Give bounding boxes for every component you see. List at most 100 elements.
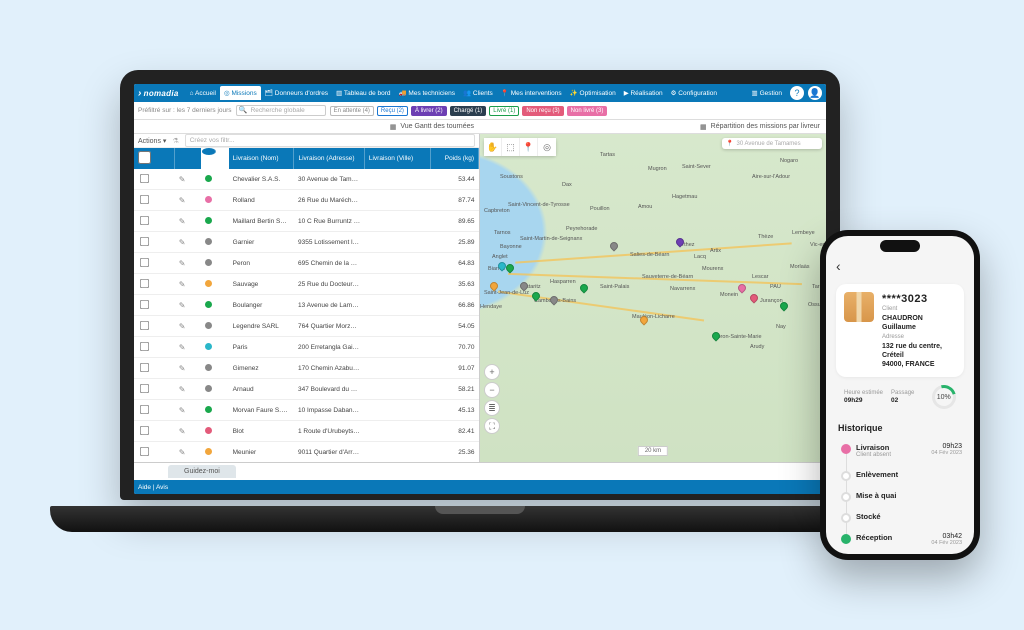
edit-icon[interactable]: ✎	[175, 421, 202, 442]
nav-accueil[interactable]: ⌂ Accueil	[186, 86, 220, 100]
map-pin-tool[interactable]: 📍	[520, 138, 538, 156]
create-filter-input[interactable]: Créez vos filtr...	[185, 134, 475, 147]
table-row[interactable]: ✎Gimenez170 Chemin Azabunua 64480 U...91…	[134, 358, 479, 379]
nav-donneurs-d-ordres[interactable]: 🗂 Donneurs d'ordres	[261, 86, 332, 100]
actions-dropdown[interactable]: Actions ▾	[138, 137, 166, 145]
table-row[interactable]: ✎Garnier9355 Lotissement le Pariceau 64.…	[134, 232, 479, 253]
edit-icon[interactable]: ✎	[175, 232, 202, 253]
row-checkbox[interactable]	[134, 358, 175, 379]
table-row[interactable]: ✎Meunier9011 Quartier d'Arribordes 642..…	[134, 442, 479, 463]
city-label: Bayonne	[500, 244, 522, 250]
table-row[interactable]: ✎Chevalier S.A.S.30 Avenue de Tamames 64…	[134, 169, 479, 190]
edit-icon[interactable]: ✎	[175, 253, 202, 274]
footer-help-link[interactable]: Aide | Avis	[138, 484, 168, 491]
status-chip[interactable]: En attente (4)	[330, 106, 374, 116]
back-button[interactable]: ‹	[836, 258, 841, 274]
map-ruler-tool[interactable]: ◎	[538, 138, 556, 156]
status-chip[interactable]: Chargé (1)	[450, 106, 487, 116]
status-chip[interactable]: Livré (1)	[489, 106, 519, 116]
table-row[interactable]: ✎Rolland26 Rue du Maréchal Foch 64530...…	[134, 190, 479, 211]
table-row[interactable]: ✎Sauvage25 Rue du Docteur Mice 64500 ...…	[134, 274, 479, 295]
col-weight[interactable]: Poids (kg)	[431, 148, 479, 169]
row-checkbox[interactable]	[134, 379, 175, 400]
guide-me-tab[interactable]: Guidez-moi	[168, 465, 236, 478]
table-row[interactable]: ✎Peron695 Chemin de la Tache 64300 ...64…	[134, 253, 479, 274]
delivery-stats: Heure estimée 09h29 Passage 02 10%	[836, 381, 964, 413]
nav-r-alisation[interactable]: ▶ Réalisation	[620, 86, 667, 100]
client-name: CHAUDRON Guillaume	[882, 314, 956, 332]
nav-mes-interventions[interactable]: 📍 Mes interventions	[497, 86, 566, 100]
edit-icon[interactable]: ✎	[175, 295, 202, 316]
row-checkbox[interactable]	[134, 169, 175, 190]
table-row[interactable]: ✎Boulanger13 Avenue de Lamothe 64100 B..…	[134, 295, 479, 316]
table-row[interactable]: ✎Legendre SARL764 Quartier Morzelai 6431…	[134, 316, 479, 337]
map-zoom-out[interactable]: −	[484, 382, 500, 398]
filter-funnel-icon[interactable]: ⚗	[172, 137, 178, 145]
table-row[interactable]: ✎Arnaud347 Boulevard du Cami Salie 64...…	[134, 379, 479, 400]
repartition-header[interactable]: Répartition des missions par livreur	[711, 123, 820, 130]
row-checkbox[interactable]	[134, 337, 175, 358]
row-checkbox[interactable]	[134, 274, 175, 295]
row-checkbox[interactable]	[134, 232, 175, 253]
row-checkbox[interactable]	[134, 400, 175, 421]
map-select-tool[interactable]: ⬚	[502, 138, 520, 156]
row-checkbox[interactable]	[134, 316, 175, 337]
gantt-header[interactable]: Vue Gantt des tournées	[400, 123, 474, 130]
city-label: Sauveterre-de-Béarn	[642, 274, 693, 280]
map-panel[interactable]: ✋ ⬚ 📍 ◎ 📍30 Avenue de Tamames + − ≣ ⛶ 20…	[480, 134, 826, 462]
user-avatar[interactable]: 👤	[808, 86, 822, 100]
status-chip[interactable]: Reçu (2)	[377, 106, 408, 116]
map-layers[interactable]: ≣	[484, 400, 500, 416]
global-search[interactable]: Recherche globale	[236, 105, 326, 116]
edit-icon[interactable]: ✎	[175, 400, 202, 421]
city-label: Saint-Sever	[682, 164, 711, 170]
missions-table: Livraison (Nom) Livraison (Adresse) Livr…	[134, 148, 479, 494]
row-checkbox[interactable]	[134, 295, 175, 316]
city-label: Nogaro	[780, 158, 798, 164]
map-zoom-in[interactable]: +	[484, 364, 500, 380]
map-fullscreen[interactable]: ⛶	[484, 418, 500, 434]
edit-icon[interactable]: ✎	[175, 316, 202, 337]
edit-icon[interactable]: ✎	[175, 442, 202, 463]
col-name[interactable]: Livraison (Nom)	[229, 148, 294, 169]
city-label: Saint-Jean-de-Luz	[484, 290, 529, 296]
table-row[interactable]: ✎Morvan Faure S.A.S.10 Impasse Daban Pun…	[134, 400, 479, 421]
map-search[interactable]: 📍30 Avenue de Tamames	[722, 138, 822, 149]
nav-missions[interactable]: ◎ Missions	[220, 86, 261, 100]
select-all-header[interactable]	[134, 148, 175, 169]
edit-icon[interactable]: ✎	[175, 190, 202, 211]
city-label: Lescar	[752, 274, 769, 280]
nav-configuration[interactable]: ⚙ Configuration	[667, 86, 721, 100]
status-chip[interactable]: Non reçu (3)	[522, 106, 563, 116]
edit-icon[interactable]: ✎	[175, 211, 202, 232]
row-checkbox[interactable]	[134, 421, 175, 442]
row-checkbox[interactable]	[134, 253, 175, 274]
progress-ring: 10%	[928, 381, 961, 414]
table-row[interactable]: ✎Blot1 Route d'Urubeyts 64600 Angles82.4…	[134, 421, 479, 442]
status-chip[interactable]: À livrer (2)	[411, 106, 447, 116]
city-label: Hasparren	[550, 279, 576, 285]
nav-tableau-de-bord[interactable]: ▥ Tableau de bord	[332, 86, 394, 100]
map-hand-tool[interactable]: ✋	[484, 138, 502, 156]
col-city[interactable]: Livraison (Ville)	[364, 148, 430, 169]
edit-icon[interactable]: ✎	[175, 358, 202, 379]
edit-icon[interactable]: ✎	[175, 274, 202, 295]
nav-optimisation[interactable]: ✨ Optimisation	[566, 86, 620, 100]
nav-clients[interactable]: 👥 Clients	[459, 86, 497, 100]
nav-mes-techniciens[interactable]: 🚚 Mes techniciens	[395, 86, 460, 100]
row-checkbox[interactable]	[134, 190, 175, 211]
row-checkbox[interactable]	[134, 211, 175, 232]
edit-icon[interactable]: ✎	[175, 169, 202, 190]
row-checkbox[interactable]	[134, 442, 175, 463]
brand-logo: ›nomadia	[138, 88, 185, 99]
edit-icon[interactable]: ✎	[175, 379, 202, 400]
nav-gestion[interactable]: ▥ Gestion	[747, 86, 786, 100]
help-icon[interactable]: ?	[790, 86, 804, 100]
table-row[interactable]: ✎Maillard Bertin SARL10 C Rue Burruntz 6…	[134, 211, 479, 232]
col-address[interactable]: Livraison (Adresse)	[294, 148, 364, 169]
edit-icon[interactable]: ✎	[175, 337, 202, 358]
table-row[interactable]: ✎Paris200 Erretangla Gaineko Bidea 6...7…	[134, 337, 479, 358]
city-label: Amou	[638, 204, 652, 210]
city-label: Arudy	[750, 344, 764, 350]
status-chip[interactable]: Non livré (3)	[567, 106, 608, 116]
